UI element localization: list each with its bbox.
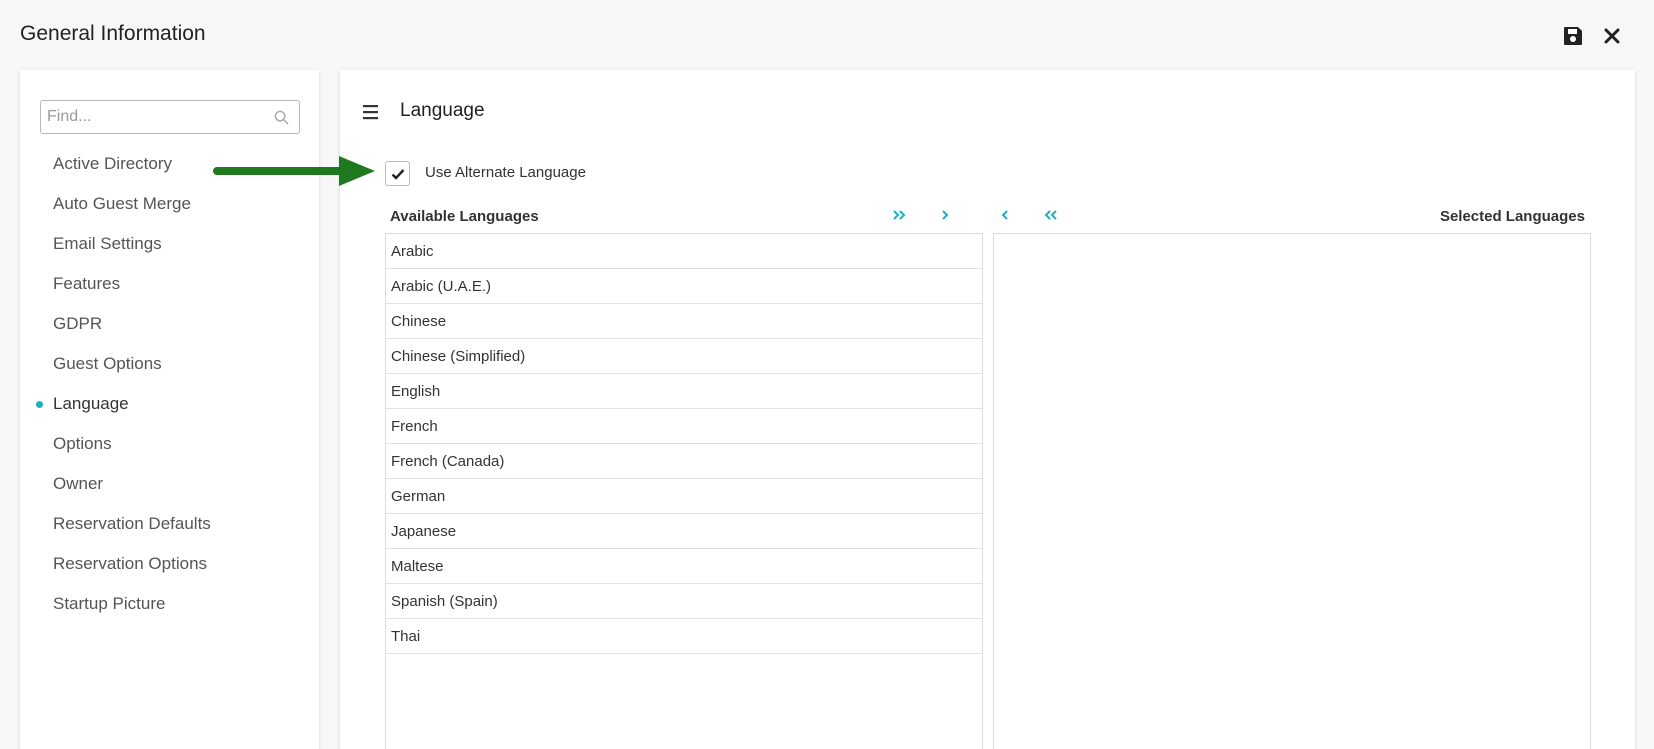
list-item[interactable]: Spanish (Spain) bbox=[386, 584, 982, 619]
list-item[interactable]: French bbox=[386, 409, 982, 444]
sidebar-item-guest-options[interactable]: Guest Options bbox=[53, 354, 162, 374]
sidebar-item-options[interactable]: Options bbox=[53, 434, 112, 454]
available-languages-header: Available Languages bbox=[390, 208, 539, 225]
sidebar-item-label: Owner bbox=[53, 474, 104, 493]
annotation-arrow bbox=[213, 156, 375, 186]
list-item[interactable]: French (Canada) bbox=[386, 444, 982, 479]
sidebar-item-label: Reservation Options bbox=[53, 554, 208, 573]
sidebar-item-label: Options bbox=[53, 434, 112, 453]
page-title: General Information bbox=[20, 22, 206, 45]
search-icon bbox=[274, 110, 289, 125]
sidebar-item-label: Features bbox=[53, 274, 121, 293]
sidebar-item-reservation-defaults[interactable]: Reservation Defaults bbox=[53, 514, 211, 534]
list-item[interactable]: Maltese bbox=[386, 549, 982, 584]
active-indicator-icon bbox=[36, 401, 43, 408]
list-item[interactable]: English bbox=[386, 374, 982, 409]
sidebar-item-label: GDPR bbox=[53, 314, 103, 333]
sidebar-item-label: Active Directory bbox=[53, 154, 173, 173]
move-all-right-button[interactable] bbox=[889, 204, 911, 226]
sidebar-item-label: Email Settings bbox=[53, 234, 162, 253]
sidebar-item-label: Language bbox=[53, 394, 129, 413]
sidebar-item-label: Guest Options bbox=[53, 354, 162, 373]
double-chevron-left-icon bbox=[1044, 210, 1057, 220]
double-chevron-right-icon bbox=[893, 210, 906, 220]
sidebar-item-language[interactable]: Language bbox=[36, 394, 129, 414]
sidebar-item-owner[interactable]: Owner bbox=[53, 474, 103, 494]
list-item[interactable]: Chinese (Simplified) bbox=[386, 339, 982, 374]
move-left-button[interactable] bbox=[994, 204, 1016, 226]
search-field[interactable] bbox=[40, 100, 300, 134]
sidebar-item-label: Reservation Defaults bbox=[53, 514, 211, 533]
use-alternate-language-label: Use Alternate Language bbox=[425, 164, 586, 181]
list-item[interactable]: Arabic bbox=[386, 234, 982, 269]
sidebar-item-reservation-options[interactable]: Reservation Options bbox=[53, 554, 207, 574]
search-input[interactable] bbox=[41, 101, 261, 133]
sidebar-item-label: Startup Picture bbox=[53, 594, 166, 613]
save-icon[interactable] bbox=[1561, 24, 1585, 48]
list-item[interactable]: Japanese bbox=[386, 514, 982, 549]
list-item[interactable]: Arabic (U.A.E.) bbox=[386, 269, 982, 304]
list-item[interactable]: German bbox=[386, 479, 982, 514]
sidebar-item-startup-picture[interactable]: Startup Picture bbox=[53, 594, 165, 614]
menu-icon[interactable] bbox=[363, 104, 381, 120]
section-title: Language bbox=[400, 100, 485, 121]
sidebar-item-gdpr[interactable]: GDPR bbox=[53, 314, 102, 334]
sidebar-item-email-settings[interactable]: Email Settings bbox=[53, 234, 162, 254]
list-item[interactable]: Thai bbox=[386, 619, 982, 654]
close-icon[interactable] bbox=[1600, 24, 1624, 48]
sidebar-item-features[interactable]: Features bbox=[53, 274, 120, 294]
chevron-right-icon bbox=[942, 210, 949, 220]
sidebar-item-label: Auto Guest Merge bbox=[53, 194, 191, 213]
sidebar-item-auto-guest-merge[interactable]: Auto Guest Merge bbox=[53, 194, 191, 214]
move-all-left-button[interactable] bbox=[1039, 204, 1061, 226]
sidebar-item-active-directory[interactable]: Active Directory bbox=[53, 154, 172, 174]
main-panel: Language Use Alternate Language Availabl… bbox=[340, 70, 1635, 749]
chevron-left-icon bbox=[1001, 210, 1008, 220]
available-languages-list[interactable]: Arabic Arabic (U.A.E.) Chinese Chinese (Sim… bbox=[385, 233, 983, 749]
use-alternate-language-checkbox[interactable] bbox=[385, 161, 410, 186]
move-right-button[interactable] bbox=[934, 204, 956, 226]
selected-languages-list[interactable] bbox=[993, 233, 1591, 749]
selected-languages-header: Selected Languages bbox=[1439, 208, 1585, 225]
checkmark-icon bbox=[391, 168, 404, 180]
list-item[interactable]: Chinese bbox=[386, 304, 982, 339]
